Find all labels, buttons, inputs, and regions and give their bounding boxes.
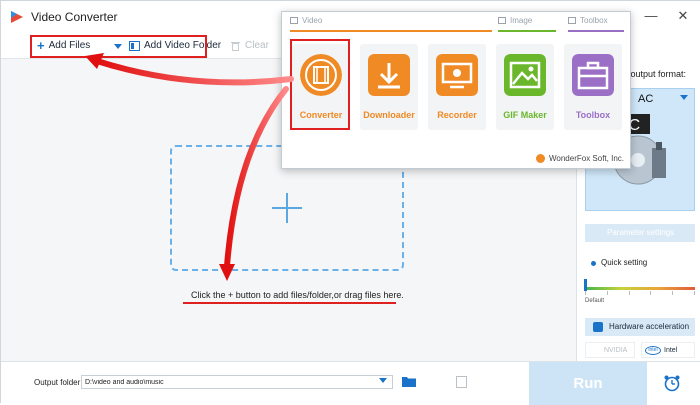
bottom-bar: Output folder: Run (1, 361, 700, 405)
category-toolbox-label: Toolbox (580, 16, 608, 25)
toolbox-icon (572, 54, 614, 96)
image-category-icon (498, 17, 506, 24)
quick-setting-label: Quick setting (601, 258, 648, 267)
window-title: Video Converter (31, 10, 118, 24)
category-video-label: Video (302, 16, 323, 25)
hardware-acceleration-label: Hardware acceleration (609, 322, 690, 331)
video-category-line (290, 30, 492, 32)
app-window: Video Converter — ✕ + Add Files Add Vide… (0, 0, 700, 405)
download-icon (368, 54, 410, 96)
tile-gif-maker-label: GIF Maker (503, 110, 547, 120)
tile-downloader-label: Downloader (363, 110, 415, 120)
clear-label: Clear (245, 40, 269, 51)
category-image-label: Image (510, 16, 533, 25)
chip-icon (593, 322, 603, 332)
intel-label: Intel (664, 347, 678, 354)
category-toolbox: Toolbox (568, 16, 608, 25)
screen-record-icon (436, 54, 478, 96)
nvidia-label: NVIDIA (604, 347, 628, 354)
hint-underline (183, 302, 396, 304)
output-folder-input[interactable] (81, 375, 393, 389)
tile-recorder-label: Recorder (437, 110, 477, 120)
drop-hint-text: Click the + button to add files/folder,o… (191, 290, 404, 300)
brand-footer: WonderFox Soft, Inc. (536, 154, 624, 163)
trash-icon (231, 42, 240, 51)
tile-toolbox[interactable]: Toolbox (564, 44, 622, 130)
format-name: AC (638, 93, 654, 105)
parameter-settings-button[interactable]: Parameter settings (585, 224, 695, 242)
category-video: Video (290, 16, 322, 25)
clear-button[interactable]: Clear (231, 38, 269, 54)
minimize-button[interactable]: — (641, 9, 661, 23)
hardware-acceleration-button[interactable]: Hardware acceleration (585, 318, 695, 336)
tile-toolbox-label: Toolbox (575, 110, 611, 120)
toolbox-category-icon (568, 17, 576, 24)
app-logo-icon (11, 11, 23, 23)
add-plus-icon[interactable] (272, 207, 302, 209)
output-format-label: e output format: (623, 69, 687, 79)
chevron-down-icon[interactable] (680, 95, 688, 100)
nvidia-option[interactable]: NVIDIA (585, 342, 635, 358)
category-image: Image (498, 16, 532, 25)
tile-gif-maker[interactable]: GIF Maker (496, 44, 554, 130)
close-button[interactable]: ✕ (673, 9, 693, 23)
brand-label: WonderFox Soft, Inc. (549, 154, 624, 163)
intel-logo-icon: intel (645, 346, 661, 355)
video-category-icon (290, 17, 298, 24)
tile-downloader[interactable]: Downloader (360, 44, 418, 130)
quality-slider[interactable] (585, 287, 695, 290)
slider-ticks (585, 291, 695, 295)
converter-highlight-box (290, 39, 350, 130)
alarm-clock-icon[interactable] (663, 374, 681, 392)
wonderfox-logo-icon (536, 154, 545, 163)
image-category-line (498, 30, 556, 32)
image-icon (504, 54, 546, 96)
slider-handle[interactable] (584, 279, 587, 291)
toolbar-highlight-box (30, 35, 207, 58)
toolbox-category-line (568, 30, 624, 32)
default-label: Default (585, 298, 605, 304)
output-folder-dropdown-icon[interactable] (379, 378, 387, 383)
run-button[interactable]: Run (529, 362, 647, 405)
tile-recorder[interactable]: Recorder (428, 44, 486, 130)
open-folder-icon[interactable] (402, 376, 416, 387)
intel-option[interactable]: intel Intel (641, 342, 695, 358)
export-icon[interactable] (456, 376, 467, 388)
output-folder-label: Output folder: (34, 378, 83, 387)
quick-setting-icon (591, 261, 596, 266)
